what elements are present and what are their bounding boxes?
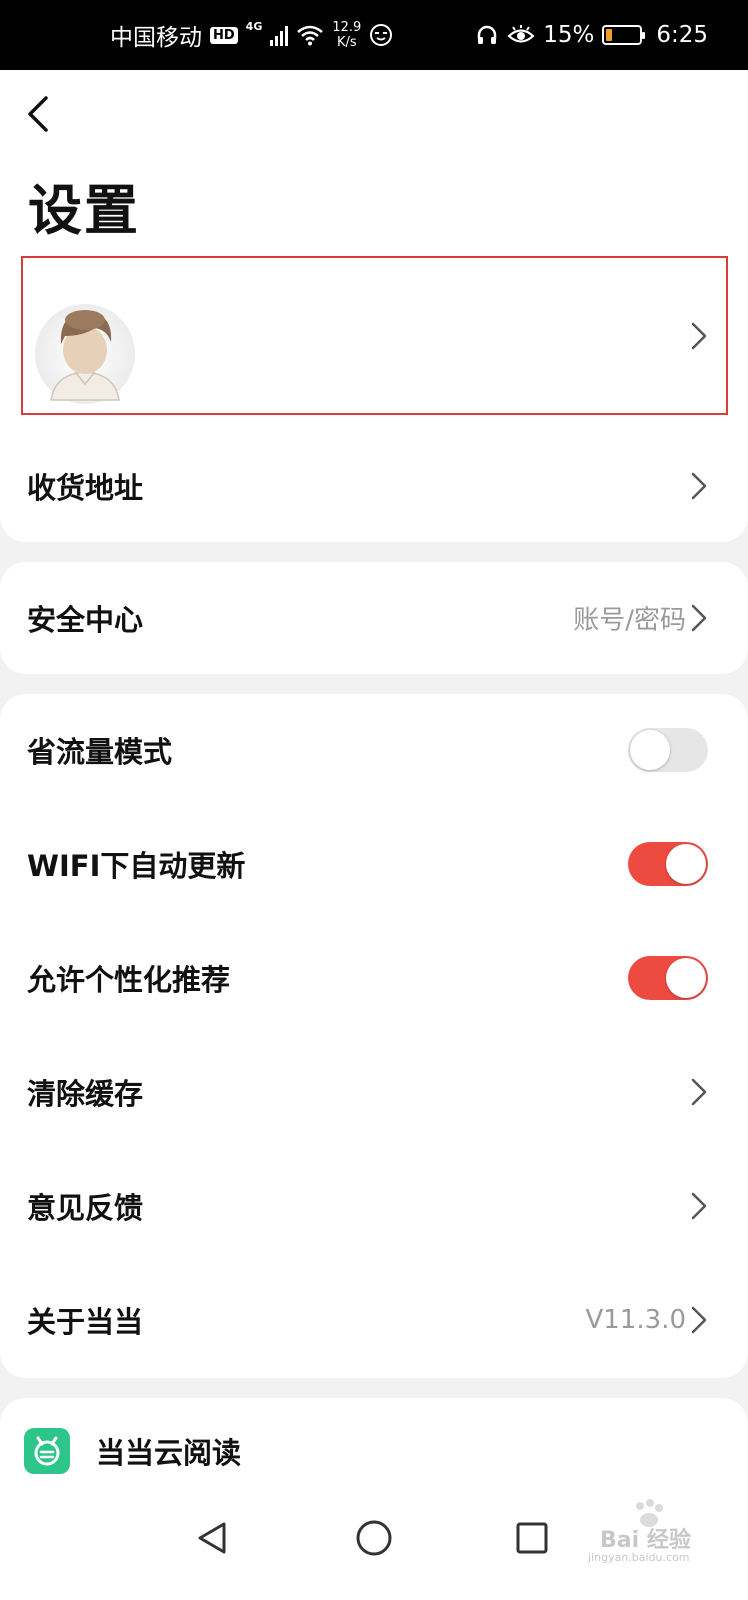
avatar [35, 304, 135, 404]
data-saver-row: 省流量模式 [0, 694, 748, 806]
dangdang-reader-icon[interactable] [24, 1428, 70, 1474]
clear-cache-row[interactable]: 清除缓存 [0, 1036, 748, 1148]
nav-home-icon[interactable] [344, 1508, 404, 1568]
page-header: 设置 [0, 70, 748, 250]
nav-recents-icon[interactable] [502, 1508, 562, 1568]
headphones-icon [477, 25, 497, 44]
wifi-auto-update-label: WIFI下自动更新 [27, 849, 246, 883]
battery-icon [602, 25, 646, 45]
watermark-url: jingyan.baidu.com [588, 1551, 690, 1564]
page-title: 设置 [28, 179, 140, 242]
clear-cache-label: 清除缓存 [27, 1077, 144, 1111]
chevron-right-icon [691, 1306, 707, 1334]
watermark-brand: Bai 经验 [600, 1528, 691, 1553]
profile-row[interactable] [21, 256, 728, 415]
wifi-auto-update-toggle[interactable] [628, 842, 708, 886]
chevron-right-icon [691, 322, 707, 349]
dangdang-reader-label[interactable]: 当当云阅读 [96, 1430, 241, 1472]
chevron-right-icon [691, 472, 707, 500]
address-label: 收货地址 [27, 471, 144, 505]
about-label: 关于当当 [27, 1305, 144, 1339]
battery-percent: 15% [543, 22, 595, 48]
carrier-name: 中国移动 [110, 25, 202, 51]
signal-icon [270, 24, 289, 46]
data-saver-label: 省流量模式 [27, 735, 173, 769]
eye-comfort-icon [507, 25, 535, 43]
speed-unit: K/s [336, 35, 357, 50]
toggle-knob [630, 730, 670, 770]
feedback-label: 意见反馈 [27, 1191, 144, 1225]
about-row[interactable]: 关于当当 V11.3.0 [0, 1264, 748, 1376]
back-icon[interactable] [22, 92, 56, 136]
chevron-right-icon [691, 604, 707, 632]
personalized-recommendation-label: 允许个性化推荐 [27, 963, 231, 997]
security-center-value: 账号/密码 [573, 605, 686, 636]
address-row[interactable]: 收货地址 [0, 430, 748, 542]
baidu-watermark: Bai 经验 jingyan.baidu.com [558, 1499, 698, 1564]
speed-value: 12.9 [332, 20, 362, 35]
book-face-icon [34, 1436, 60, 1466]
personalized-recommendation-toggle[interactable] [628, 956, 708, 1000]
status-bar: 中国移动 HD 4G 12.9 K/s 15% 6:25 [0, 0, 748, 70]
toggle-knob [666, 958, 706, 998]
personalized-recommendation-row: 允许个性化推荐 [0, 922, 748, 1034]
clock: 6:25 [656, 22, 708, 48]
status-bar-left: 中国移动 HD 4G 12.9 K/s [110, 0, 393, 70]
security-center-row[interactable]: 安全中心 账号/密码 [0, 562, 748, 674]
data-saver-toggle[interactable] [628, 728, 708, 772]
app-version: V11.3.0 [585, 1305, 686, 1335]
toggle-knob [666, 844, 706, 884]
wifi-auto-update-row: WIFI下自动更新 [0, 808, 748, 920]
network-type: 4G [245, 19, 263, 33]
network-speed: 12.9 K/s [332, 20, 361, 50]
wifi-icon [297, 25, 324, 46]
status-bar-right: 15% 6:25 [475, 0, 708, 70]
hd-badge: HD [210, 26, 238, 44]
feedback-row[interactable]: 意见反馈 [0, 1150, 748, 1262]
chevron-right-icon [691, 1192, 707, 1220]
notification-face-icon [370, 24, 393, 46]
nav-back-icon[interactable] [184, 1508, 244, 1568]
chevron-right-icon [691, 1078, 707, 1106]
security-center-label: 安全中心 [27, 603, 144, 637]
